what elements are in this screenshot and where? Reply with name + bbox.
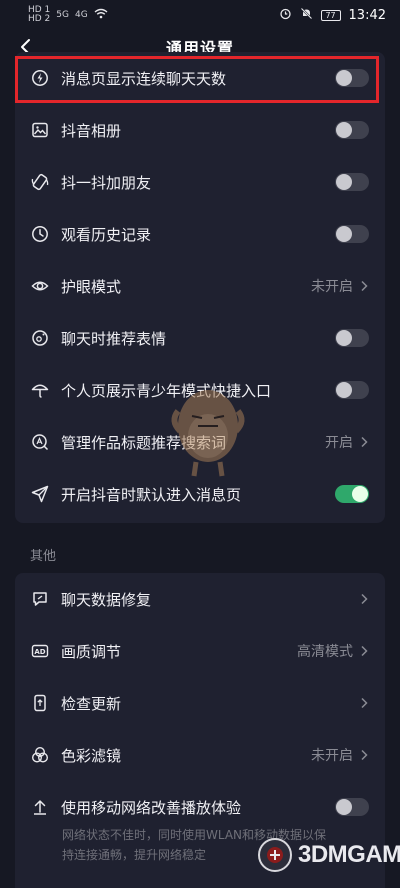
chevron-right-icon bbox=[359, 592, 369, 606]
status-left: HD 1 HD 2 5G 4G bbox=[28, 6, 108, 24]
setting-row-eye-care[interactable]: 护眼模式 未开启 bbox=[15, 260, 385, 312]
chevron-right-icon bbox=[359, 435, 369, 449]
chevron-right-icon bbox=[359, 644, 369, 658]
eye-icon bbox=[31, 277, 49, 295]
setting-label: 使用移动网络改善播放体验 bbox=[61, 798, 242, 817]
chat-repair-icon bbox=[31, 590, 49, 608]
general-settings-card: 消息页显示连续聊天天数 抖音相册 抖一抖加朋友 观看历史记录 护眼模式 未开启 bbox=[15, 52, 385, 523]
phone-update-icon bbox=[31, 694, 49, 712]
umbrella-icon bbox=[31, 381, 49, 399]
chevron-right-icon bbox=[359, 748, 369, 762]
setting-label: 管理作品标题推荐搜索词 bbox=[61, 433, 227, 452]
setting-value: 高清模式 bbox=[297, 644, 353, 660]
clock-icon bbox=[31, 225, 49, 243]
battery-icon: 77 bbox=[320, 9, 341, 21]
setting-value: 未开启 bbox=[311, 279, 353, 295]
setting-label: 画质调节 bbox=[61, 642, 122, 661]
setting-label: 消息页显示连续聊天天数 bbox=[61, 69, 227, 88]
setting-label: 个人页展示青少年模式快捷入口 bbox=[61, 381, 272, 400]
section-header-other: 其他 bbox=[30, 549, 57, 564]
setting-label: 抖一抖加朋友 bbox=[61, 173, 152, 192]
chat-streak-toggle[interactable] bbox=[335, 69, 369, 87]
setting-row-quality[interactable]: AD 画质调节 高清模式 bbox=[15, 625, 385, 677]
description-line-2: 持连接通畅，提升网络稳定 bbox=[62, 848, 207, 862]
default-message-toggle[interactable] bbox=[335, 485, 369, 503]
image-icon bbox=[31, 121, 49, 139]
status-bar: HD 1 HD 2 5G 4G 77 13:42 bbox=[0, 0, 400, 30]
setting-label: 聊天时推荐表情 bbox=[61, 329, 167, 348]
status-time: 13:42 bbox=[348, 7, 386, 23]
flame-bolt-icon bbox=[31, 69, 49, 87]
album-toggle[interactable] bbox=[335, 121, 369, 139]
network1-label: 5G bbox=[56, 10, 69, 20]
emoji-icon bbox=[31, 329, 49, 347]
setting-value: 未开启 bbox=[311, 748, 353, 764]
setting-row-teen-shortcut[interactable]: 个人页展示青少年模式快捷入口 bbox=[15, 364, 385, 416]
send-icon bbox=[31, 485, 49, 503]
setting-row-watch-history[interactable]: 观看历史记录 bbox=[15, 208, 385, 260]
setting-row-emoji-suggest[interactable]: 聊天时推荐表情 bbox=[15, 312, 385, 364]
chevron-right-icon bbox=[359, 696, 369, 710]
status-right: 77 13:42 bbox=[279, 7, 386, 23]
setting-row-search-words[interactable]: 管理作品标题推荐搜索词 开启 bbox=[15, 416, 385, 468]
setting-value: 开启 bbox=[325, 435, 353, 451]
setting-row-color-filter[interactable]: 色彩滤镜 未开启 bbox=[15, 729, 385, 781]
setting-row-check-update[interactable]: 检查更新 bbox=[15, 677, 385, 729]
shake-icon bbox=[31, 173, 49, 191]
upload-arrow-icon bbox=[31, 798, 49, 816]
setting-label: 抖音相册 bbox=[61, 121, 122, 140]
shake-friend-toggle[interactable] bbox=[335, 173, 369, 191]
setting-row-album[interactable]: 抖音相册 bbox=[15, 104, 385, 156]
setting-label: 聊天数据修复 bbox=[61, 590, 152, 609]
network2-label: 4G bbox=[75, 10, 88, 20]
setting-label: 色彩滤镜 bbox=[61, 746, 122, 765]
mute-bell-icon bbox=[300, 7, 313, 23]
setting-row-default-message[interactable]: 开启抖音时默认进入消息页 bbox=[15, 468, 385, 520]
ad-icon: AD bbox=[31, 642, 49, 660]
setting-row-chat-streak[interactable]: 消息页显示连续聊天天数 bbox=[15, 52, 385, 104]
setting-row-chat-repair[interactable]: 聊天数据修复 bbox=[15, 573, 385, 625]
description-line-1: 网络状态不佳时，同时使用WLAN和移动数据以保 bbox=[62, 828, 327, 842]
setting-label: 检查更新 bbox=[61, 694, 122, 713]
emoji-suggest-toggle[interactable] bbox=[335, 329, 369, 347]
search-a-icon bbox=[31, 433, 49, 451]
svg-text:AD: AD bbox=[34, 648, 45, 656]
alarm-icon bbox=[279, 7, 292, 23]
setting-row-shake-friend[interactable]: 抖一抖加朋友 bbox=[15, 156, 385, 208]
other-settings-card: 聊天数据修复 AD 画质调节 高清模式 检查更新 色彩滤镜 未开启 使用移动网络… bbox=[15, 573, 385, 888]
setting-label: 开启抖音时默认进入消息页 bbox=[61, 485, 242, 504]
mobile-network-toggle[interactable] bbox=[335, 798, 369, 816]
wifi-icon bbox=[94, 8, 108, 22]
sim2-label: HD 2 bbox=[28, 14, 51, 24]
color-filter-icon bbox=[31, 746, 49, 764]
setting-label: 护眼模式 bbox=[61, 277, 122, 296]
teen-shortcut-toggle[interactable] bbox=[335, 381, 369, 399]
chevron-right-icon bbox=[359, 279, 369, 293]
setting-label: 观看历史记录 bbox=[61, 225, 152, 244]
mobile-network-description: 网络状态不佳时，同时使用WLAN和移动数据以保 持连接通畅，提升网络稳定 bbox=[62, 825, 382, 865]
watch-history-toggle[interactable] bbox=[335, 225, 369, 243]
